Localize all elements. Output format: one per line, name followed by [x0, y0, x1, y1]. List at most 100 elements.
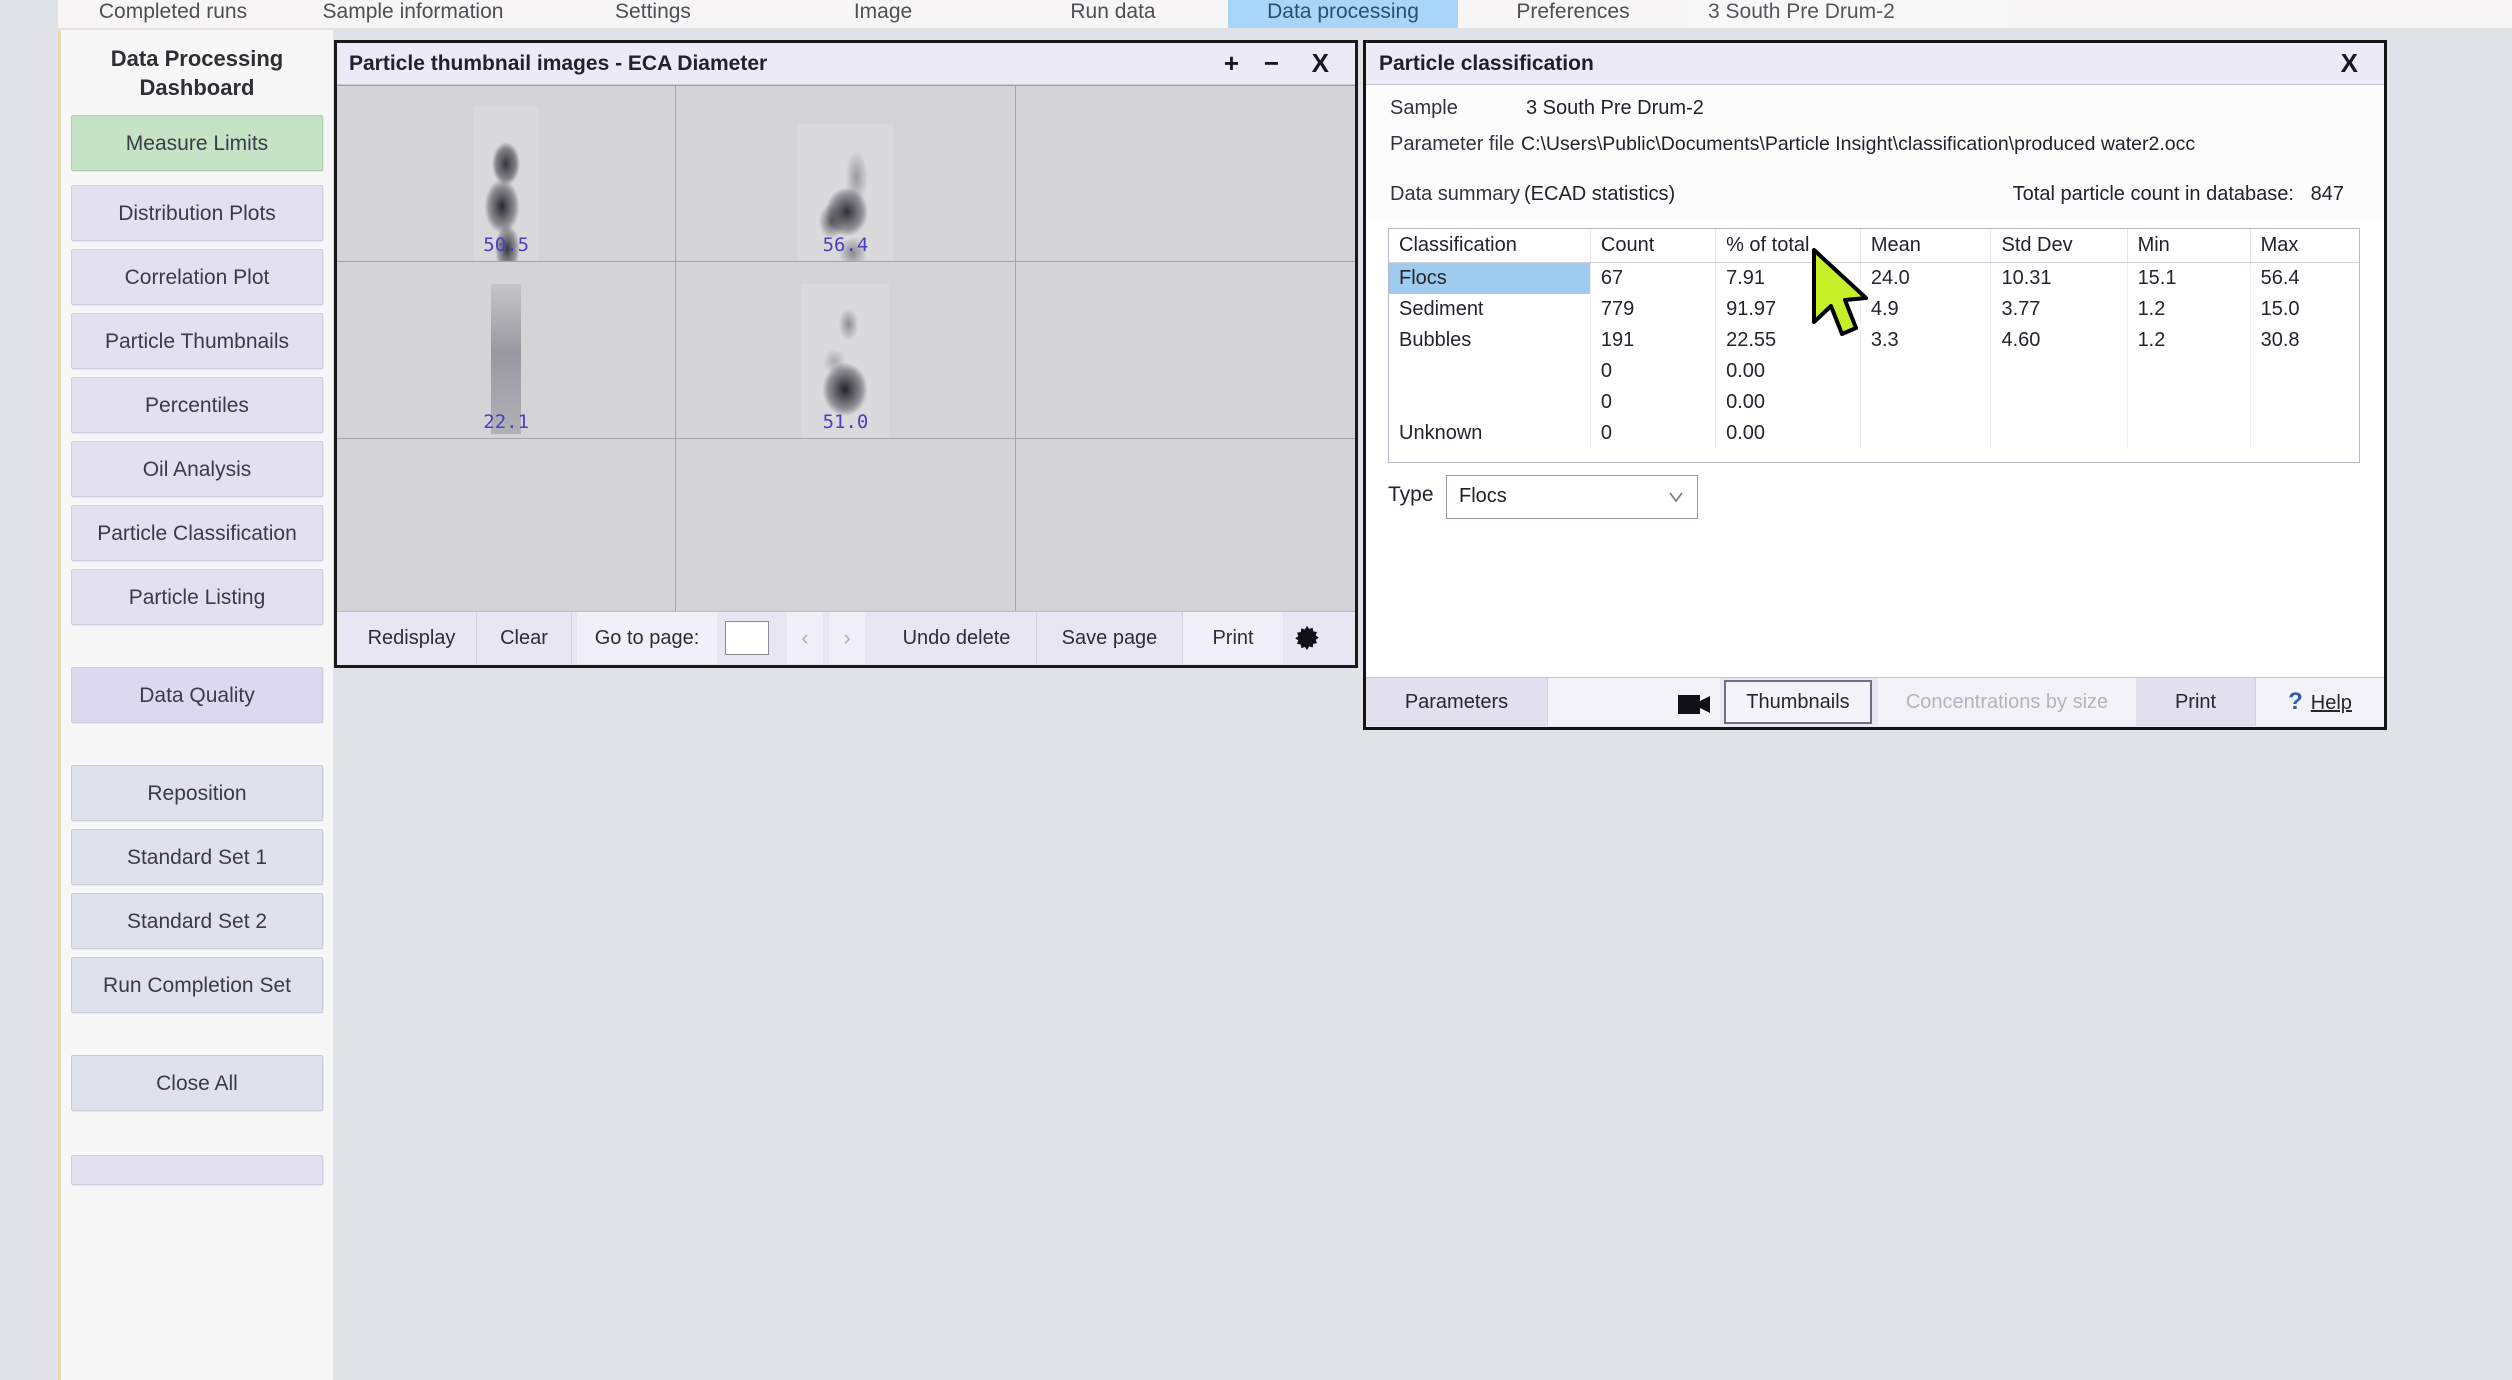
column-header-std-dev[interactable]: Std Dev: [1990, 229, 2128, 263]
sidebar-item-close-all[interactable]: Close All: [71, 1054, 323, 1111]
sidebar-item-particle-listing[interactable]: Particle Listing: [71, 568, 323, 625]
thumbnail-cell[interactable]: [676, 438, 1016, 615]
print-button[interactable]: Print: [1183, 612, 1283, 664]
concentrations-by-size-button[interactable]: Concentrations by size: [1878, 678, 2136, 726]
tab-label: Image: [853, 0, 913, 23]
question-mark-icon: ?: [2288, 688, 2303, 715]
sidebar-item-partial[interactable]: [71, 1154, 323, 1185]
parameters-button[interactable]: Parameters: [1366, 678, 1548, 726]
thumbnail-cell[interactable]: 51.0: [676, 262, 1016, 439]
sidebar-item-correlation-plot[interactable]: Correlation Plot: [71, 248, 323, 305]
sidebar-item-measure-limits[interactable]: Measure Limits: [71, 114, 323, 171]
tab-preferences[interactable]: Preferences: [1458, 0, 1689, 28]
cell-count: 191: [1590, 325, 1717, 356]
thumbnail-cell[interactable]: [337, 438, 677, 615]
cell-count: 0: [1590, 387, 1717, 418]
save-page-button[interactable]: Save page: [1037, 612, 1183, 664]
sidebar-item-label: Standard Set 1: [126, 845, 268, 869]
table-row[interactable]: Flocs 67 7.91 24.0 10.31 15.1 56.4: [1389, 262, 2359, 294]
tab-sample-information[interactable]: Sample information: [288, 0, 539, 28]
cell-percent: 0.00: [1715, 418, 1861, 449]
page-number-input[interactable]: [725, 621, 769, 655]
undo-delete-button[interactable]: Undo delete: [877, 612, 1037, 664]
clear-button[interactable]: Clear: [477, 612, 572, 664]
settings-gear-icon[interactable]: [1292, 624, 1322, 654]
cell-count: 0: [1590, 356, 1717, 387]
tab-completed-runs[interactable]: Completed runs: [58, 0, 289, 28]
next-page-icon[interactable]: ›: [829, 612, 865, 664]
parameter-file-row: Parameter file C:\Users\Public\Documents…: [1366, 133, 2384, 169]
thumbnail-cell[interactable]: 56.4: [676, 86, 1016, 263]
cell-min: [2127, 418, 2251, 449]
sidebar-item-particle-thumbnails[interactable]: Particle Thumbnails: [71, 312, 323, 369]
cell-mean: 24.0: [1860, 262, 1992, 294]
sample-value: 3 South Pre Drum-2: [1526, 97, 1704, 119]
thumbnail-window-titlebar: Particle thumbnail images - ECA Diameter…: [337, 43, 1355, 85]
sidebar-item-reposition[interactable]: Reposition: [71, 764, 323, 821]
sidebar-item-percentiles[interactable]: Percentiles: [71, 376, 323, 433]
cell-min: [2127, 356, 2251, 387]
table-row[interactable]: Sediment 779 91.97 4.9 3.77 1.2 15.0: [1389, 294, 2359, 325]
classification-table: Classification Count % of total Mean Std…: [1389, 229, 2359, 449]
sidebar-item-label: Distribution Plots: [118, 201, 276, 225]
cell-std: 3.77: [1990, 294, 2128, 325]
tab-run-data[interactable]: Run data: [998, 0, 1229, 28]
print-button[interactable]: Print: [2136, 678, 2256, 726]
column-header-min[interactable]: Min: [2127, 229, 2251, 263]
page-title-line1: Data Processing: [110, 46, 284, 71]
sidebar-item-distribution-plots[interactable]: Distribution Plots: [71, 184, 323, 241]
classification-toolbar: Parameters Thumbnails Concentrations by …: [1366, 677, 2384, 727]
cell-count: 0: [1590, 418, 1717, 449]
thumbnail-cell[interactable]: 22.1: [337, 262, 677, 439]
cell-percent: 7.91: [1715, 262, 1861, 294]
type-select[interactable]: Flocs: [1446, 475, 1698, 519]
help-button[interactable]: ? Help: [2256, 678, 2384, 726]
tab-data-processing[interactable]: Data processing: [1228, 0, 1458, 28]
type-label: Type: [1388, 483, 1434, 506]
cell-mean: [1860, 356, 1992, 387]
thumbnails-button[interactable]: Thumbnails: [1724, 680, 1872, 724]
sidebar-item-label: Data Quality: [139, 683, 255, 707]
column-header-max[interactable]: Max: [2250, 229, 2359, 263]
column-header-count[interactable]: Count: [1590, 229, 1717, 263]
column-header-mean[interactable]: Mean: [1860, 229, 1992, 263]
close-icon[interactable]: X: [1312, 47, 1329, 79]
undo-delete-label: Undo delete: [902, 627, 1011, 649]
sidebar-item-standard-set-1[interactable]: Standard Set 1: [71, 828, 323, 885]
tab-label: Completed runs: [98, 0, 248, 23]
sidebar-item-standard-set-2[interactable]: Standard Set 2: [71, 892, 323, 949]
cell-max: [2250, 418, 2359, 449]
camera-icon[interactable]: [1678, 693, 1712, 715]
concentrations-label: Concentrations by size: [1905, 691, 2109, 713]
tab-settings[interactable]: Settings: [538, 0, 769, 28]
sidebar-item-data-quality[interactable]: Data Quality: [71, 666, 323, 723]
table-row[interactable]: Bubbles 191 22.55 3.3 4.60 1.2 30.8: [1389, 325, 2359, 356]
column-header-classification[interactable]: Classification: [1389, 229, 1591, 263]
thumbnail-value: 50.5: [483, 234, 530, 257]
cell-max: 15.0: [2260, 298, 2300, 320]
zoom-in-icon[interactable]: +: [1224, 47, 1239, 79]
zoom-out-icon[interactable]: −: [1264, 47, 1279, 79]
thumbnail-cell[interactable]: [1015, 438, 1355, 615]
sidebar-item-oil-analysis[interactable]: Oil Analysis: [71, 440, 323, 497]
thumbnail-cell[interactable]: [1015, 86, 1355, 263]
tab-sample-name[interactable]: 3 South Pre Drum-2: [1688, 0, 2008, 28]
redisplay-button[interactable]: Redisplay: [347, 612, 477, 664]
cell-min: 1.2: [2127, 325, 2251, 356]
thumbnail-cell[interactable]: [1015, 262, 1355, 439]
thumbnails-label: Thumbnails: [1746, 691, 1850, 713]
column-header-percent-of-total[interactable]: % of total: [1715, 229, 1861, 263]
thumbnail-cell[interactable]: 50.5: [337, 86, 677, 263]
tab-image[interactable]: Image: [768, 0, 999, 28]
cell-classification: Flocs: [1389, 262, 1591, 294]
table-row[interactable]: Unknown 0 0.00: [1389, 418, 2359, 449]
sidebar-item-run-completion-set[interactable]: Run Completion Set: [71, 956, 323, 1013]
table-row[interactable]: 0 0.00: [1389, 387, 2359, 418]
close-icon[interactable]: X: [2341, 47, 2358, 79]
prev-page-icon[interactable]: ‹: [787, 612, 823, 664]
redisplay-label: Redisplay: [367, 627, 456, 649]
sidebar-item-particle-classification[interactable]: Particle Classification: [71, 504, 323, 561]
tab-label: 3 South Pre Drum-2: [1708, 0, 1895, 23]
table-row[interactable]: 0 0.00: [1389, 356, 2359, 387]
cell-max: [2250, 356, 2359, 387]
